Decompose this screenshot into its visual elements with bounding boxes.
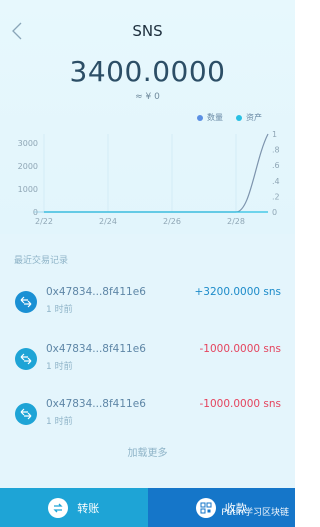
y-left-tick-label: 1000 <box>18 185 38 194</box>
watermark: Putin学习区块链 <box>221 508 289 518</box>
x-tick-label: 2/22 <box>35 217 53 226</box>
transaction-amount: -1000.0000 sns <box>199 343 281 355</box>
x-tick-label: 2/24 <box>99 217 117 226</box>
series-line-quantity <box>44 133 269 213</box>
y-right-tick-label: .6 <box>272 161 280 170</box>
page-title: SNS <box>132 22 163 40</box>
transfer-button[interactable]: 转账 <box>0 488 148 527</box>
transaction-time: 1 时前 <box>46 305 73 315</box>
y-right-tick-label: 1 <box>272 130 277 139</box>
load-more-link[interactable]: 加载更多 <box>0 444 295 459</box>
legend-item-quantity: 数量 <box>197 112 223 123</box>
transaction-row[interactable]: 0x47834...8f411e6 1 时前 -1000.0000 sns <box>0 337 295 395</box>
transaction-row[interactable]: 0x47834...8f411e6 1 时前 -1000.0000 sns <box>0 392 295 450</box>
section-title: 最近交易记录 <box>14 256 69 266</box>
transfer-label: 转账 <box>77 501 100 515</box>
transaction-address: 0x47834...8f411e6 <box>46 286 146 298</box>
send-icon <box>15 348 37 370</box>
transaction-row[interactable]: 0x47834...8f411e6 1 时前 +3200.0000 sns <box>0 280 295 338</box>
y-left-tick-label: 0 <box>33 208 38 217</box>
y-right-tick-label: 0 <box>272 208 277 217</box>
y-left-tick-label: 2000 <box>18 162 38 171</box>
qr-code-icon <box>195 497 216 518</box>
fiat-value: ≈ ¥ 0 <box>135 92 160 102</box>
x-tick-label: 2/26 <box>163 217 181 226</box>
transaction-address: 0x47834...8f411e6 <box>46 398 146 410</box>
y-right-tick-label: .4 <box>272 177 280 186</box>
transaction-time: 1 时前 <box>46 362 73 372</box>
legend-dot-quantity <box>197 114 203 121</box>
transfer-icon <box>48 497 69 518</box>
receive-icon <box>15 291 37 313</box>
balance-amount: 3400.0000 <box>69 55 226 88</box>
legend-label-quantity: 数量 <box>207 113 223 122</box>
transaction-amount: +3200.0000 sns <box>194 286 281 298</box>
transaction-amount: -1000.0000 sns <box>199 398 281 410</box>
send-icon <box>15 403 37 425</box>
y-right-tick-label: .8 <box>272 146 280 155</box>
line-chart: 2/22 2/24 2/26 2/28 0 1000 2000 3000 0 .2 .4 .6 .8 1 <box>18 130 280 226</box>
legend-label-assets: 资产 <box>246 113 262 122</box>
transaction-time: 1 时前 <box>46 417 73 427</box>
legend-dot-assets <box>236 114 242 121</box>
x-tick-label: 2/28 <box>227 217 245 226</box>
y-left-tick-label: 3000 <box>18 139 38 148</box>
transaction-address: 0x47834...8f411e6 <box>46 343 146 355</box>
legend-item-assets: 资产 <box>236 112 262 123</box>
y-right-tick-label: .2 <box>272 192 280 201</box>
